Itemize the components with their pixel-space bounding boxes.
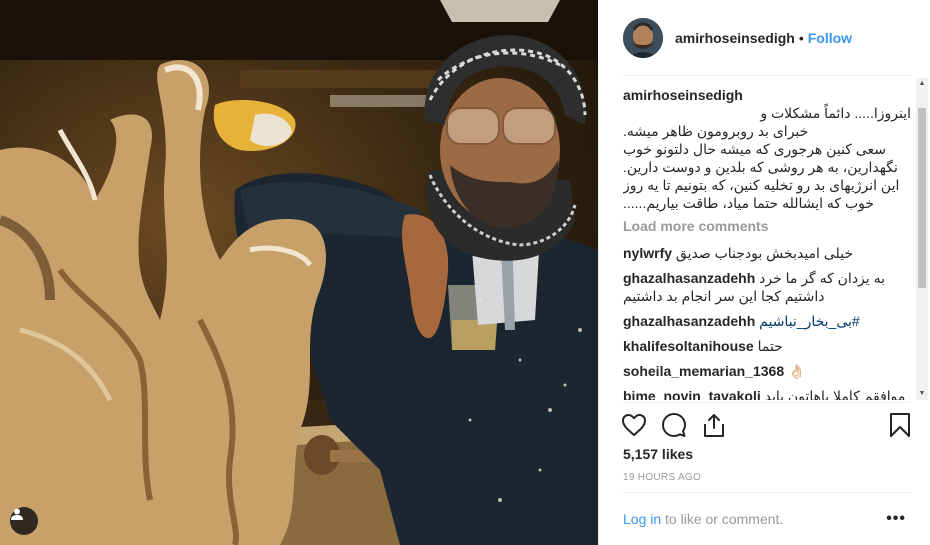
- action-bar: [619, 410, 915, 442]
- comment-item: ghazalhasanzadehh #بی_بخار_نباشیم: [623, 312, 911, 330]
- comments-scrollbar[interactable]: ▲ ▼: [916, 78, 928, 400]
- scroll-up-arrow-icon[interactable]: ▲: [916, 78, 928, 90]
- scroll-down-arrow-icon[interactable]: ▼: [916, 388, 928, 400]
- post-caption: amirhoseinsedigh اینروزا..... دائماً مشک…: [623, 86, 911, 212]
- comment-username[interactable]: ghazalhasanzadehh: [623, 270, 755, 286]
- comment-item: ghazalhasanzadehh به یزدان که گر ما خرد …: [623, 269, 911, 305]
- heart-icon: [622, 414, 646, 436]
- actions-divider: [623, 402, 910, 403]
- comments-list[interactable]: amirhoseinsedigh اینروزا..... دائماً مشک…: [623, 86, 911, 400]
- share-icon: [704, 414, 724, 437]
- comment-item: bime_novin_tavakoli موافقم کاملا باهاتون…: [623, 387, 911, 400]
- share-button[interactable]: [699, 410, 729, 440]
- post-header: amirhoseinsedigh • Follow: [599, 0, 930, 75]
- comment-text: خیلی امیدبخش بودجناب صدیق: [675, 245, 853, 261]
- comment-text: حتما: [757, 338, 783, 354]
- avatar[interactable]: [623, 17, 663, 58]
- separator-dot: •: [798, 29, 804, 46]
- header-divider: [623, 75, 910, 76]
- more-options-icon[interactable]: •••: [886, 510, 906, 528]
- like-button[interactable]: [619, 410, 649, 440]
- comment-item: khalifesoltanihouse حتما: [623, 337, 911, 355]
- caption-username[interactable]: amirhoseinsedigh: [623, 87, 743, 103]
- post-side-panel: amirhoseinsedigh • Follow amirhoseinsedi…: [598, 0, 930, 545]
- user-tag-button[interactable]: [10, 507, 38, 535]
- comment-button[interactable]: [659, 410, 689, 440]
- post-timestamp[interactable]: 19 HOURS AGO: [623, 472, 701, 483]
- login-prompt: Log in to like or comment.: [623, 511, 783, 527]
- username-link[interactable]: amirhoseinsedigh: [675, 30, 795, 46]
- comment-username[interactable]: khalifesoltanihouse: [623, 338, 754, 354]
- bookmark-icon: [890, 413, 910, 437]
- comment-username[interactable]: soheila_memarian_1368: [623, 363, 784, 379]
- avatar-image: [623, 17, 663, 58]
- comment-hashtag-link[interactable]: #بی_بخار_نباشیم: [759, 313, 860, 329]
- caption-line: خبرای بد روبرومون ظاهر میشه.: [623, 123, 809, 139]
- comment-text: 👌🏻: [788, 363, 806, 379]
- comment-username[interactable]: nylwrfy: [623, 245, 672, 261]
- caption-line: این انرژیهای بد رو تخلیه کنین، که بتونیم…: [623, 177, 900, 193]
- comment-username[interactable]: ghazalhasanzadehh: [623, 313, 755, 329]
- comment-username[interactable]: bime_novin_tavakoli: [623, 388, 761, 400]
- login-suffix-text: to like or comment.: [661, 511, 784, 527]
- follow-button[interactable]: Follow: [808, 30, 852, 46]
- comment-item: nylwrfy خیلی امیدبخش بودجناب صدیق: [623, 244, 911, 262]
- post-photo[interactable]: [0, 0, 598, 545]
- likes-count[interactable]: 5,157 likes: [623, 446, 693, 462]
- login-divider: [623, 492, 910, 493]
- comment-item: soheila_memarian_1368 👌🏻: [623, 362, 911, 380]
- caption-line: سعی کنین هرجوری که میشه حال دلتونو خوب: [623, 141, 886, 157]
- load-more-comments-button[interactable]: Load more comments: [623, 218, 911, 234]
- scrollbar-thumb[interactable]: [918, 108, 926, 288]
- user-tag-icon: [11, 508, 23, 520]
- caption-line: نگهدارین، به هر روشی که بلدین و دوست دار…: [623, 159, 898, 175]
- login-link[interactable]: Log in: [623, 511, 661, 527]
- post-photo-illustration: [0, 0, 598, 545]
- caption-line: خوب که ایشالله حتما میاد، طاقت بیاریم...…: [623, 195, 875, 211]
- save-button[interactable]: [885, 410, 915, 440]
- caption-line: اینروزا..... دائماً مشکلات و: [760, 105, 911, 121]
- comment-icon: [662, 413, 686, 437]
